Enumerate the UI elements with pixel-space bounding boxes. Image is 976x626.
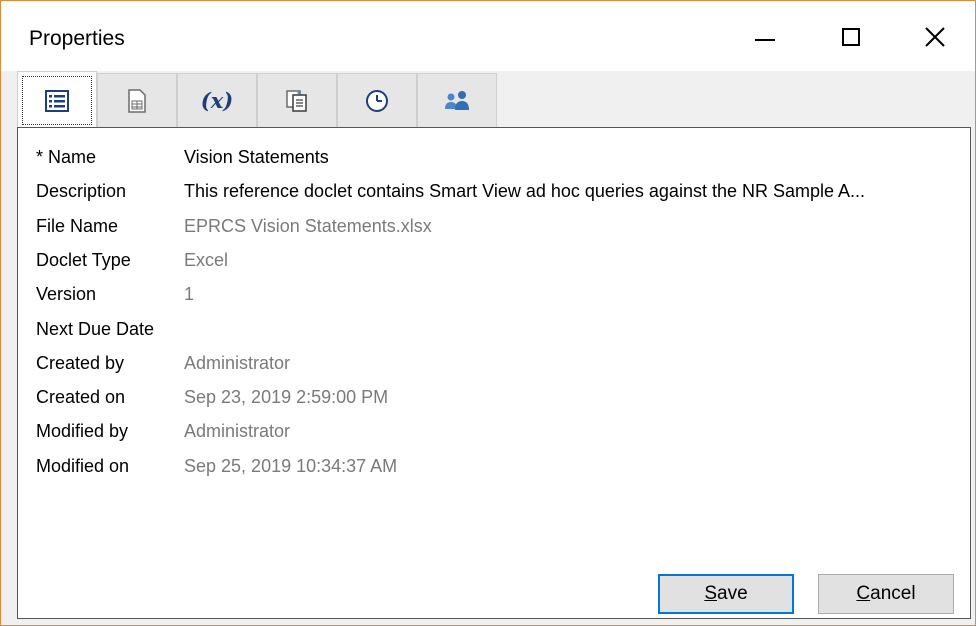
tab-document[interactable] bbox=[97, 73, 177, 127]
property-row: Description This reference doclet contain… bbox=[36, 176, 956, 206]
cancel-label: ancel bbox=[870, 583, 916, 604]
maximize-icon bbox=[842, 28, 860, 46]
save-mnemonic: S bbox=[704, 583, 718, 604]
property-row: Doclet Type Excel bbox=[36, 245, 956, 275]
property-row: Created on Sep 23, 2019 2:59:00 PM bbox=[36, 382, 956, 412]
minimize-button[interactable] bbox=[745, 17, 785, 57]
properties-panel: * Name Vision Statements Description This r… bbox=[17, 127, 971, 619]
property-label: Modified by bbox=[36, 421, 129, 442]
property-label: Created by bbox=[36, 352, 125, 373]
cancel-button[interactable]: Cancel bbox=[818, 574, 954, 614]
property-label: Modified on bbox=[36, 455, 130, 476]
title-bar: Properties bbox=[1, 1, 975, 77]
focus-rectangle bbox=[22, 76, 92, 125]
property-label: Next Due Date bbox=[36, 318, 155, 339]
property-row: Created by Administrator bbox=[36, 348, 956, 378]
property-label: File Name bbox=[36, 215, 119, 236]
property-row: * Name Vision Statements bbox=[36, 142, 956, 172]
property-value[interactable]: EPRCS Vision Statements.xlsx bbox=[184, 211, 432, 241]
clock-icon bbox=[366, 89, 388, 112]
close-button[interactable] bbox=[915, 17, 955, 57]
cancel-mnemonic: C bbox=[856, 583, 871, 604]
minimize-icon bbox=[755, 39, 775, 41]
close-icon bbox=[925, 27, 945, 47]
variable-icon: (x) bbox=[200, 88, 234, 113]
property-label: * Name bbox=[36, 147, 97, 167]
tab-strip: (x) bbox=[1, 71, 975, 129]
property-label: Created on bbox=[36, 387, 126, 408]
property-label: Version bbox=[36, 284, 97, 305]
property-value[interactable]: Excel bbox=[184, 245, 228, 275]
save-label: ave bbox=[717, 583, 748, 604]
property-row: Modified by Administrator bbox=[36, 416, 956, 446]
document-icon bbox=[128, 88, 146, 113]
property-value[interactable]: This reference doclet contains Smart Vie… bbox=[184, 176, 865, 206]
properties-dialog: Properties (x) * Name Vision Statements … bbox=[0, 0, 976, 626]
tab-document-copy[interactable] bbox=[257, 73, 337, 127]
tab-users[interactable] bbox=[417, 73, 497, 127]
property-value[interactable]: Vision Statements bbox=[184, 142, 329, 172]
property-value[interactable]: Administrator bbox=[184, 416, 290, 446]
property-value[interactable]: Administrator bbox=[184, 348, 290, 378]
property-row: Modified on Sep 25, 2019 10:34:37 AM bbox=[36, 451, 956, 481]
property-row: Next Due Date bbox=[36, 314, 956, 344]
property-row: Version 1 bbox=[36, 279, 956, 309]
tab-history[interactable] bbox=[337, 73, 417, 127]
property-row: File Name EPRCS Vision Statements.xlsx bbox=[36, 211, 956, 241]
users-icon bbox=[445, 90, 469, 110]
tab-properties[interactable] bbox=[17, 71, 97, 129]
tab-variables[interactable]: (x) bbox=[177, 73, 257, 127]
window-title: Properties bbox=[29, 27, 125, 50]
maximize-button[interactable] bbox=[831, 17, 871, 57]
property-value[interactable]: Sep 25, 2019 10:34:37 AM bbox=[184, 451, 397, 481]
property-value[interactable]: Sep 23, 2019 2:59:00 PM bbox=[184, 382, 388, 412]
property-label: Doclet Type bbox=[36, 249, 131, 270]
property-value[interactable]: 1 bbox=[184, 279, 194, 309]
document-copy-icon bbox=[286, 89, 307, 112]
property-label: Description bbox=[36, 181, 127, 202]
save-button[interactable]: Save bbox=[658, 574, 794, 614]
